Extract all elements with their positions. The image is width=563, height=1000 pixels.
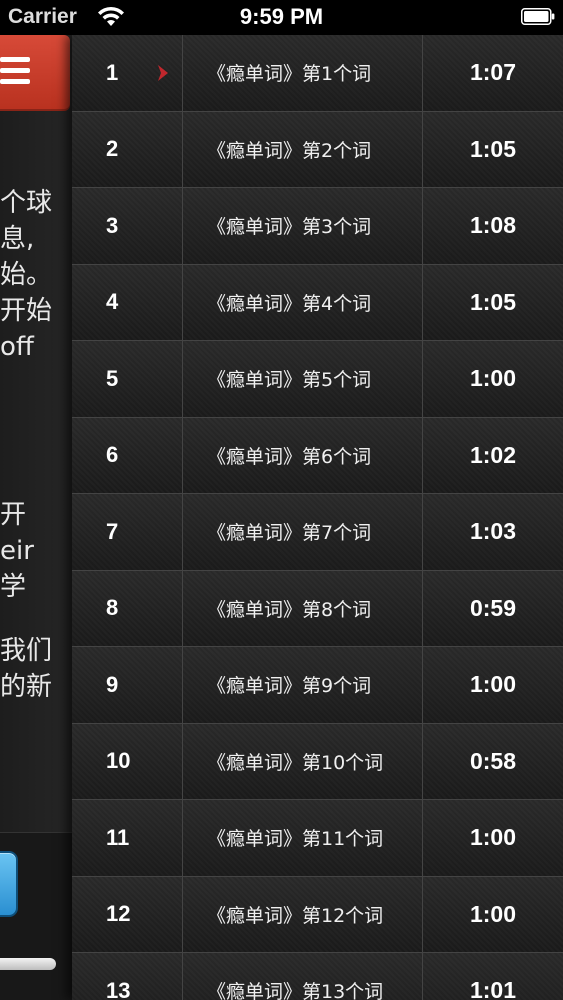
table-row[interactable]: 7 《瘾单词》第7个词 1:03 xyxy=(72,494,563,571)
track-title: 《瘾单词》第13个词 xyxy=(182,953,423,1000)
track-duration: 1:00 xyxy=(469,900,517,927)
track-duration: 1:08 xyxy=(469,212,517,239)
side-text-line: 学 xyxy=(0,572,27,602)
track-number: 7 xyxy=(106,518,119,544)
track-title: 《瘾单词》第12个词 xyxy=(182,876,423,952)
table-row[interactable]: 11 《瘾单词》第11个词 1:00 xyxy=(72,800,563,877)
table-row[interactable]: 3 《瘾单词》第3个词 1:08 xyxy=(72,188,563,265)
track-title: 《瘾单词》第11个词 xyxy=(182,800,423,876)
hamburger-icon xyxy=(0,57,30,85)
track-number: 2 xyxy=(106,136,119,162)
table-row[interactable]: 6 《瘾单词》第6个词 1:02 xyxy=(72,417,563,494)
play-indicator-icon xyxy=(158,65,168,81)
side-menu-panel: 个球 息, 始。 开始 off 开 eir 学 我们 的新 xyxy=(0,35,72,1000)
track-title: 《瘾单词》第9个词 xyxy=(182,647,423,723)
track-number: 3 xyxy=(106,212,119,238)
side-text-line: off xyxy=(0,332,34,362)
side-text-line: 开 xyxy=(0,500,27,530)
track-duration: 1:01 xyxy=(469,977,517,1000)
table-row[interactable]: 10 《瘾单词》第10个词 0:58 xyxy=(72,723,563,800)
track-title: 《瘾单词》第2个词 xyxy=(182,111,423,187)
track-title: 《瘾单词》第4个词 xyxy=(182,264,423,340)
side-slider[interactable] xyxy=(0,958,56,970)
track-title: 《瘾单词》第1个词 xyxy=(182,35,423,111)
table-row[interactable]: 12 《瘾单词》第12个词 1:00 xyxy=(72,876,563,953)
app-screen: Carrier 9:59 PM 个球 息, 始。 开始 off 开 eir 学 … xyxy=(0,0,563,1000)
status-bar: Carrier 9:59 PM xyxy=(0,0,563,35)
track-number: 11 xyxy=(106,824,130,850)
battery-icon xyxy=(521,8,555,25)
side-bottom-bar xyxy=(0,832,72,1000)
track-duration: 0:59 xyxy=(469,594,517,621)
track-duration: 1:02 xyxy=(469,441,517,468)
table-row[interactable]: 9 《瘾单词》第9个词 1:00 xyxy=(72,647,563,724)
side-text-line: 息, xyxy=(0,224,35,254)
track-title: 《瘾单词》第5个词 xyxy=(182,341,423,417)
table-row[interactable]: 2 《瘾单词》第2个词 1:05 xyxy=(72,111,563,188)
track-number: 13 xyxy=(106,977,131,1000)
track-number: 8 xyxy=(106,595,119,621)
track-title: 《瘾单词》第7个词 xyxy=(182,494,423,570)
track-title: 《瘾单词》第6个词 xyxy=(182,417,423,493)
track-duration: 1:00 xyxy=(469,365,517,392)
table-row[interactable]: 13 《瘾单词》第13个词 1:01 xyxy=(72,953,563,1000)
track-number: 6 xyxy=(106,442,119,468)
track-title: 《瘾单词》第3个词 xyxy=(182,188,423,264)
track-title: 《瘾单词》第8个词 xyxy=(182,570,423,646)
track-list[interactable]: 1 《瘾单词》第1个词 1:07 2 《瘾单词》第2个词 1:05 3 《瘾单词… xyxy=(72,35,563,1000)
side-text-block: 开 eir 学 xyxy=(0,497,72,605)
side-text-block: 个球 息, 始。 开始 off xyxy=(0,185,72,365)
track-duration: 1:03 xyxy=(469,518,517,545)
track-duration: 0:58 xyxy=(469,747,517,774)
track-number: 10 xyxy=(106,748,131,774)
track-number: 5 xyxy=(106,365,119,391)
table-row[interactable]: 5 《瘾单词》第5个词 1:00 xyxy=(72,341,563,418)
track-duration: 1:00 xyxy=(469,824,517,851)
status-time: 9:59 PM xyxy=(239,4,324,29)
track-number: 4 xyxy=(106,289,119,315)
table-row[interactable]: 4 《瘾单词》第4个词 1:05 xyxy=(72,264,563,341)
side-action-button[interactable] xyxy=(0,851,18,917)
side-text-line: 开始 xyxy=(0,296,53,326)
track-duration: 1:07 xyxy=(469,59,517,86)
side-text-line: 我们 xyxy=(0,636,53,666)
table-row[interactable]: 8 《瘾单词》第8个词 0:59 xyxy=(72,570,563,647)
track-duration: 1:00 xyxy=(469,671,517,698)
track-duration: 1:05 xyxy=(469,288,517,315)
track-duration: 1:05 xyxy=(469,135,517,162)
side-text-line: 的新 xyxy=(0,672,53,702)
side-text-block: 我们 的新 xyxy=(0,633,72,705)
side-text-line: 个球 xyxy=(0,188,53,218)
side-text-line: 始。 xyxy=(0,260,53,290)
table-row[interactable]: 1 《瘾单词》第1个词 1:07 xyxy=(72,35,563,112)
side-text-line: eir xyxy=(0,536,34,566)
track-number: 9 xyxy=(106,671,119,697)
menu-button[interactable] xyxy=(0,35,70,111)
track-number: 12 xyxy=(106,901,131,927)
track-title: 《瘾单词》第10个词 xyxy=(182,723,423,799)
